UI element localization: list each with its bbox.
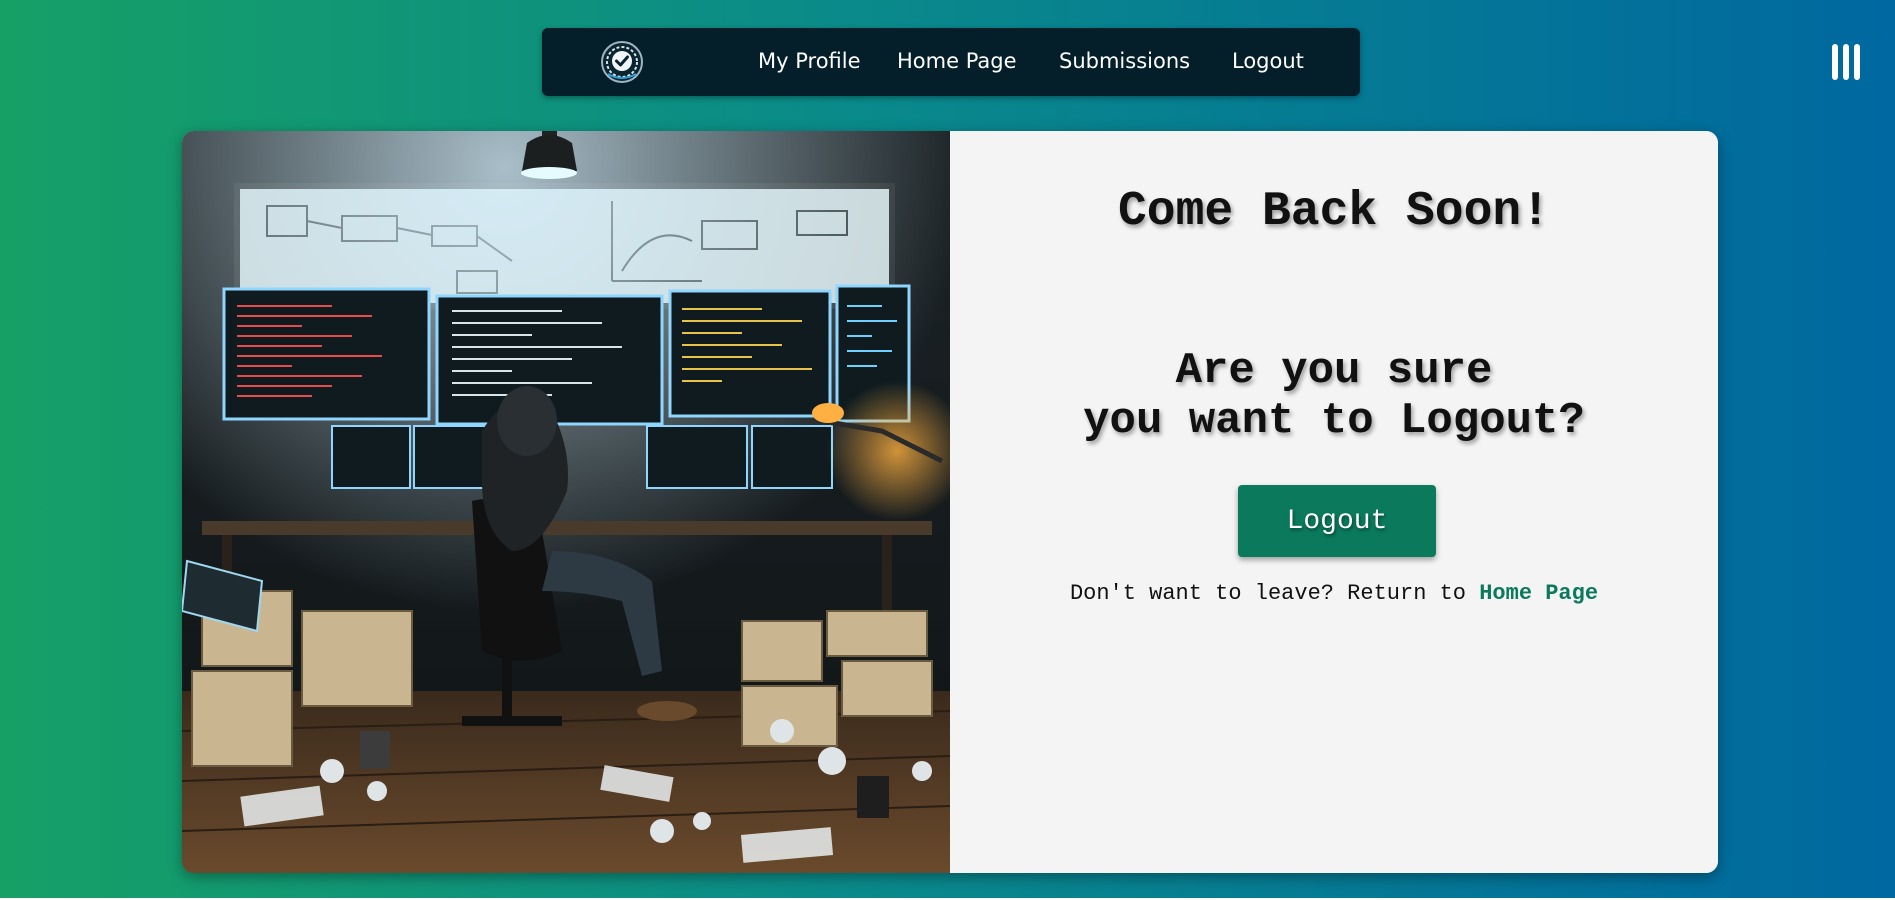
nav-link-home-page[interactable]: Home Page [897,48,1017,74]
home-page-link[interactable]: Home Page [1479,581,1598,606]
check-shield-logo-icon[interactable] [600,40,644,84]
logout-button[interactable]: Logout [1238,485,1436,557]
nav-link-submissions[interactable]: Submissions [1059,48,1190,74]
logout-question-line-1: Are you sure [1175,346,1493,396]
stay-message: Don't want to leave? Return to Home Page [950,581,1718,606]
developer-workspace-illustration [182,131,967,873]
nav-link-my-profile[interactable]: My Profile [758,48,861,74]
page-title: Come Back Soon! [1117,185,1551,239]
logout-confirmation-panel: Come Back Soon! Are you sure you want to… [950,131,1718,873]
hamburger-menu-icon[interactable] [1832,44,1864,80]
nav-link-logout[interactable]: Logout [1232,48,1304,74]
logout-question: Are you sure you want to Logout? [950,346,1718,446]
logout-question-line-2: you want to Logout? [1083,396,1585,446]
logout-card: Come Back Soon! Are you sure you want to… [182,131,1718,873]
stay-text: Don't want to leave? Return to [1069,581,1467,606]
top-navbar: My Profile Home Page Submissions Logout [542,28,1360,96]
